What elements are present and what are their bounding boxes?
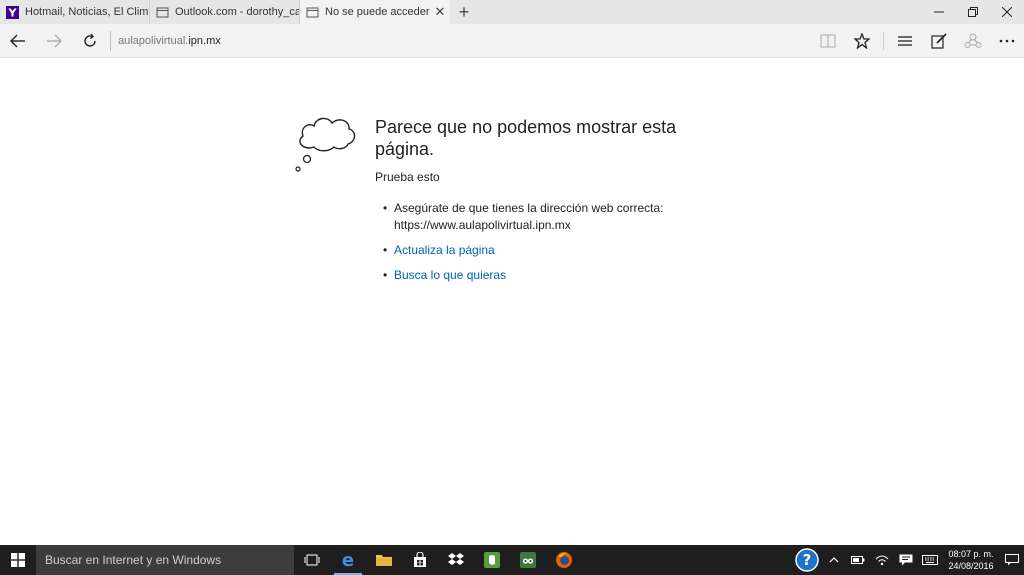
tab-outlook[interactable]: Outlook.com - dorothy_canc: [150, 0, 300, 24]
forward-button[interactable]: [36, 24, 72, 58]
task-view-button[interactable]: [294, 545, 330, 575]
tab-bar: Y Hotmail, Noticias, El Clima, Outlook.c…: [0, 0, 1024, 24]
reading-view-button[interactable]: [811, 24, 845, 58]
firefox-button[interactable]: [546, 545, 582, 575]
clock-date: 24/08/2016: [948, 561, 994, 571]
notification-icon: [1005, 554, 1019, 566]
wifi-button[interactable]: [870, 545, 894, 575]
web-note-button[interactable]: [922, 24, 956, 58]
evernote-button[interactable]: [474, 545, 510, 575]
system-tray: ? 08:07 p. m. 24/08/2016: [792, 545, 1024, 575]
close-window-icon[interactable]: [990, 0, 1024, 24]
tripadvisor-button[interactable]: [510, 545, 546, 575]
tab-error-page[interactable]: No se puede acceder a l ✕: [300, 0, 450, 24]
store-bag-icon: [414, 552, 426, 567]
message-icon: [899, 554, 913, 566]
taskbar-search-input[interactable]: Buscar en Internet y en Windows: [36, 545, 294, 575]
battery-button[interactable]: [846, 545, 870, 575]
dropbox-button[interactable]: [438, 545, 474, 575]
correct-url-text: https://www.aulapolivirtual.ipn.mx: [394, 218, 571, 232]
refresh-icon: [84, 33, 96, 47]
close-tab-icon[interactable]: ✕: [430, 4, 450, 20]
toolbar-divider: [883, 32, 884, 50]
svg-text:?: ?: [803, 551, 812, 569]
try-label: Prueba esto: [375, 170, 440, 184]
wifi-icon: [875, 555, 889, 566]
back-button[interactable]: [0, 24, 36, 58]
firefox-icon: [556, 552, 572, 568]
file-explorer-button[interactable]: [366, 545, 402, 575]
refresh-page-link[interactable]: Actualiza la página: [394, 243, 495, 257]
restore-icon[interactable]: [956, 0, 990, 24]
error-heading: Parece que no podemos mostrar esta págin…: [375, 117, 677, 159]
store-button[interactable]: [402, 545, 438, 575]
evernote-icon: [484, 552, 500, 568]
tab-title: No se puede acceder a l: [325, 6, 430, 18]
check-address-text: Asegúrate de que tienes la dirección web…: [394, 201, 664, 215]
svg-text:Y: Y: [8, 6, 18, 19]
svg-text:e: e: [342, 551, 354, 569]
refresh-button[interactable]: [72, 24, 108, 58]
list-item: Busca lo que quieras: [383, 267, 664, 284]
help-icon: ?: [795, 548, 819, 572]
back-arrow-icon: [10, 34, 25, 47]
toolbar-right: [811, 24, 1024, 58]
star-icon: [854, 33, 870, 49]
edge-icon: e: [342, 551, 354, 569]
dropbox-icon: [448, 553, 464, 565]
help-button[interactable]: ?: [792, 545, 822, 575]
more-button[interactable]: [990, 24, 1024, 58]
taskbar: Buscar en Internet y en Windows e ? 08:0…: [0, 545, 1024, 575]
show-hidden-icons-button[interactable]: [822, 545, 846, 575]
battery-icon: [851, 556, 865, 564]
page-icon: [156, 6, 169, 19]
tab-title: Hotmail, Noticias, El Clima,: [25, 6, 149, 18]
task-view-icon: [304, 554, 320, 566]
hub-button[interactable]: [888, 24, 922, 58]
list-item: Actualiza la página: [383, 242, 664, 259]
folder-icon: [376, 555, 392, 566]
windows-logo-icon: [11, 553, 25, 567]
thought-cloud-icon: [295, 117, 356, 172]
more-icon: [999, 39, 1015, 43]
edge-taskbar-button[interactable]: e: [330, 545, 366, 575]
keyboard-icon: [922, 555, 938, 565]
address-prefix: aulapolivirtual.: [118, 35, 189, 47]
page-icon: [306, 6, 319, 19]
action-center-button[interactable]: [1000, 545, 1024, 575]
window-controls: [922, 0, 1024, 24]
address-host: ipn.mx: [188, 35, 221, 47]
chevron-up-icon: [829, 557, 839, 563]
keyboard-button[interactable]: [918, 545, 942, 575]
search-link[interactable]: Busca lo que quieras: [394, 268, 506, 282]
clock-time: 08:07 p. m.: [948, 549, 994, 559]
minimize-icon[interactable]: [922, 0, 956, 24]
tripadvisor-icon: [520, 552, 536, 568]
share-icon: [964, 33, 982, 48]
messages-button[interactable]: [894, 545, 918, 575]
start-button[interactable]: [0, 545, 36, 575]
hub-icon: [898, 36, 912, 46]
new-tab-button[interactable]: +: [450, 0, 478, 24]
tab-hotmail[interactable]: Y Hotmail, Noticias, El Clima,: [0, 0, 150, 24]
navigation-bar: aulapolivirtual. ipn.mx: [0, 24, 1024, 58]
forward-arrow-icon: [47, 34, 62, 47]
suggestion-list: Asegúrate de que tienes la dirección web…: [383, 200, 664, 284]
book-icon: [820, 34, 836, 48]
taskbar-clock[interactable]: 08:07 p. m. 24/08/2016: [942, 548, 1000, 572]
pen-icon: [931, 33, 947, 49]
yahoo-icon: Y: [6, 5, 19, 19]
favorite-button[interactable]: [845, 24, 879, 58]
address-separator: [110, 31, 111, 51]
address-bar[interactable]: aulapolivirtual. ipn.mx: [110, 24, 221, 58]
tab-title: Outlook.com - dorothy_canc: [175, 6, 299, 18]
list-item: Asegúrate de que tienes la dirección web…: [383, 200, 664, 234]
share-button[interactable]: [956, 24, 990, 58]
